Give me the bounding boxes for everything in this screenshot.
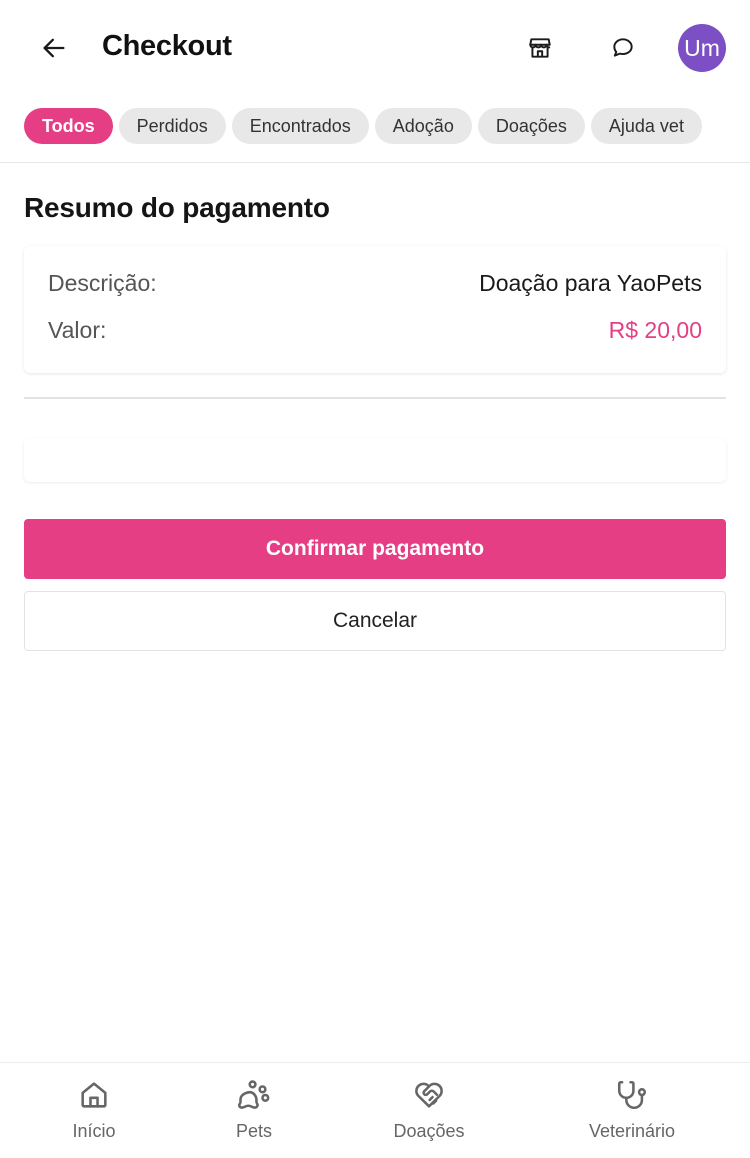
paw-icon [238,1080,270,1109]
chip-todos[interactable]: Todos [24,108,113,144]
nav-item-doacoes[interactable]: Doações [354,1063,504,1158]
nav-label-doacoes: Doações [393,1121,465,1141]
bottom-nav: Início Pets Doações Veterinário [0,1062,750,1158]
filter-chips: Todos Perdidos Encontrados Adoção Doaçõe… [24,108,726,144]
heart-handshake-icon [415,1082,443,1108]
nav-item-veterinario[interactable]: Veterinário [557,1063,707,1158]
cancel-button[interactable]: Cancelar [24,591,726,651]
page-title: Checkout [102,30,232,62]
divider [24,397,726,399]
description-row: Descrição: Doação para YaoPets [48,270,702,297]
nav-label-veterinario: Veterinário [588,1121,676,1141]
description-value: Doação para YaoPets [479,270,702,296]
amount-row: Valor: R$ 20,00 [48,317,702,344]
stethoscope-icon [617,1080,647,1109]
amount-label: Valor: [48,317,107,343]
nav-item-inicio[interactable]: Início [19,1063,169,1158]
store-icon [529,38,551,58]
avatar[interactable]: Um [678,24,726,72]
chip-doacoes[interactable]: Doações [477,108,585,144]
confirm-payment-button[interactable]: Confirmar pagamento [24,519,726,579]
payment-summary-card: Descrição: Doação para YaoPets Valor: R$… [24,246,726,373]
payment-method-card [24,438,726,482]
chips-divider [0,162,750,163]
chip-encontrados[interactable]: Encontrados [231,108,369,144]
back-button[interactable] [34,28,74,68]
arrow-left-icon [43,38,65,58]
home-icon [81,1082,107,1108]
chip-perdidos[interactable]: Perdidos [118,108,226,144]
chat-button[interactable] [603,28,643,68]
store-button[interactable] [520,28,560,68]
description-label: Descrição: [48,270,157,296]
nav-item-pets[interactable]: Pets [179,1063,329,1158]
amount-value: R$ 20,00 [608,317,702,343]
section-title: Resumo do pagamento [24,192,330,223]
chip-ajuda-vet[interactable]: Ajuda vet [590,108,702,144]
nav-label-inicio: Início [72,1121,116,1141]
chat-bubble-icon [613,38,633,57]
app-header: Checkout Um [0,0,750,96]
chip-adocao[interactable]: Adoção [374,108,472,144]
nav-label-pets: Pets [235,1121,273,1141]
